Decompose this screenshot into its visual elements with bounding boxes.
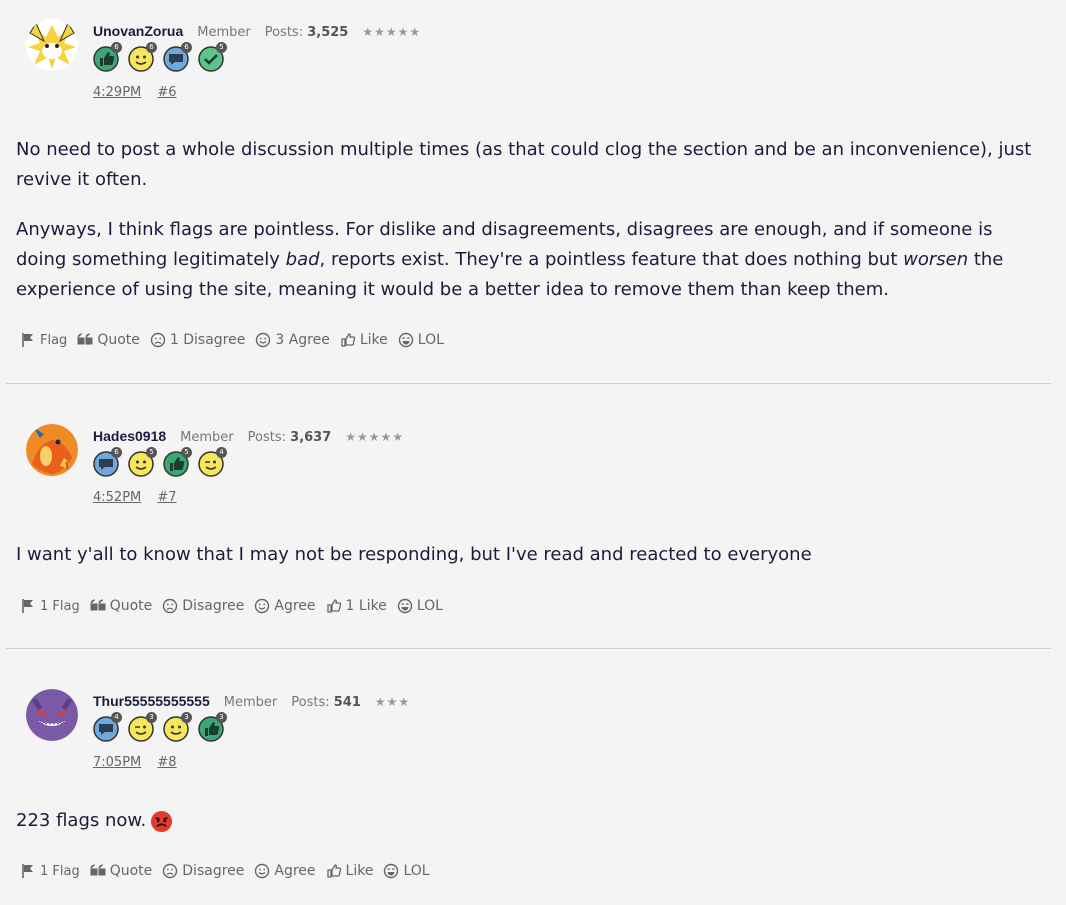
post-paragraph: No need to post a whole discussion multi… [16,139,1032,190]
post-8: Thur55555555555 Member Posts: 541 ★★★ 4 … [0,649,1066,905]
thumbs-up-icon [341,333,356,347]
like-button[interactable]: Like [340,332,388,348]
lol-button[interactable]: LOL [398,332,444,348]
smile-icon [255,598,270,614]
avatar[interactable] [26,424,78,476]
badges: 6 6 6 5 [93,42,227,72]
post-count: Posts: 3,525 [264,25,349,40]
checkmark-badge-icon[interactable]: 5 [198,42,227,72]
post-body: No need to post a whole discussion multi… [16,135,1046,325]
post-number-link[interactable]: #6 [157,85,176,100]
rank-stars: ★★★ [374,695,411,709]
agree-button[interactable]: Agree [254,863,316,879]
quote-icon [90,599,106,611]
badges: 4 3 3 3 [93,712,227,742]
smile-icon [255,863,270,879]
agree-button[interactable]: 3 Agree [255,332,330,348]
lol-button[interactable]: LOL [397,598,443,614]
frown-icon [163,598,178,614]
like-badge-icon[interactable]: 5 [163,447,192,477]
post-body: I want y'all to know that I may not be r… [16,540,1046,590]
laugh-icon [398,332,413,348]
quote-button[interactable]: Quote [90,863,152,879]
post-meta: 4:29PM #6 [93,85,189,100]
disagree-button[interactable]: 1 Disagree [150,332,245,348]
disagree-button[interactable]: Disagree [162,598,244,614]
comment-badge-icon[interactable]: 6 [93,447,122,477]
post-count: Posts: 3,637 [247,430,332,445]
post-6: UnovanZorua Member Posts: 3,525 ★★★★★ 6 … [0,0,1066,384]
flag-icon [22,864,33,878]
like-badge-icon[interactable]: 3 [198,712,227,742]
comment-badge-icon[interactable]: 6 [163,42,192,72]
lol-button[interactable]: LOL [383,863,430,879]
quote-button[interactable]: Quote [77,332,140,348]
user-role: Member [197,25,251,40]
thumbs-up-icon [326,864,341,878]
gengar-avatar-image [26,689,78,741]
quote-icon [77,333,93,345]
thumbs-up-icon [326,599,341,613]
jolteon-avatar-image [26,19,78,71]
wink-badge-icon[interactable]: 3 [128,712,157,742]
post-actions: 1 Flag Quote Disagree Agree Like LOL [20,863,430,879]
frown-icon [150,332,166,348]
like-button[interactable]: 1 Like [326,598,387,614]
flag-button[interactable]: Flag [20,332,67,348]
post-number-link[interactable]: #8 [157,755,176,770]
quote-icon [90,864,106,876]
like-button[interactable]: Like [326,863,373,879]
quote-button[interactable]: Quote [90,598,152,614]
rank-stars: ★★★★★ [362,25,422,39]
flag-button[interactable]: 1 Flag [20,598,80,614]
angry-face-icon [150,810,173,833]
laugh-icon [397,598,413,614]
flag-icon [22,599,33,613]
post-count: Posts: 541 [291,695,361,710]
comment-badge-icon[interactable]: 4 [93,712,122,742]
laugh-icon [384,863,399,879]
like-badge-icon[interactable]: 6 [93,42,122,72]
agree-smile-badge-icon[interactable]: 5 [128,447,157,477]
disagree-button[interactable]: Disagree [162,863,244,879]
username[interactable]: Thur55555555555 [93,693,210,709]
post-7: Hades0918 Member Posts: 3,637 ★★★★★ 6 5 … [0,384,1066,649]
post-number-link[interactable]: #7 [157,490,176,505]
agree-button[interactable]: Agree [254,598,316,614]
flag-icon [22,333,33,347]
post-actions: Flag Quote 1 Disagree 3 Agree Like LOL [20,332,444,348]
avatar[interactable] [26,689,78,741]
post-paragraph: Anyways, I think flags are pointless. Fo… [16,219,1004,300]
user-role: Member [180,430,234,445]
post-actions: 1 Flag Quote Disagree Agree 1 Like LOL [20,598,443,614]
flag-button[interactable]: 1 Flag [20,863,80,879]
smile-icon [256,332,271,348]
username[interactable]: Hades0918 [93,428,166,444]
frown-icon [163,863,178,879]
rank-stars: ★★★★★ [345,430,405,444]
agree-smile-badge-icon[interactable]: 6 [128,42,157,72]
post-time-link[interactable]: 4:29PM [93,85,141,100]
username[interactable]: UnovanZorua [93,23,183,39]
post-body: 223 flags now. [16,806,1046,856]
post-paragraph: I want y'all to know that I may not be r… [16,544,812,565]
wink-badge-icon[interactable]: 4 [198,447,227,477]
post-paragraph: 223 flags now. [16,806,1046,836]
agree-smile-badge-icon[interactable]: 3 [163,712,192,742]
post-time-link[interactable]: 7:05PM [93,755,141,770]
post-meta: 7:05PM #8 [93,755,189,770]
charizard-avatar-image [26,424,78,476]
post-time-link[interactable]: 4:52PM [93,490,141,505]
avatar[interactable] [26,19,78,71]
post-meta: 4:52PM #7 [93,490,189,505]
badges: 6 5 5 4 [93,447,227,477]
user-role: Member [223,695,278,710]
